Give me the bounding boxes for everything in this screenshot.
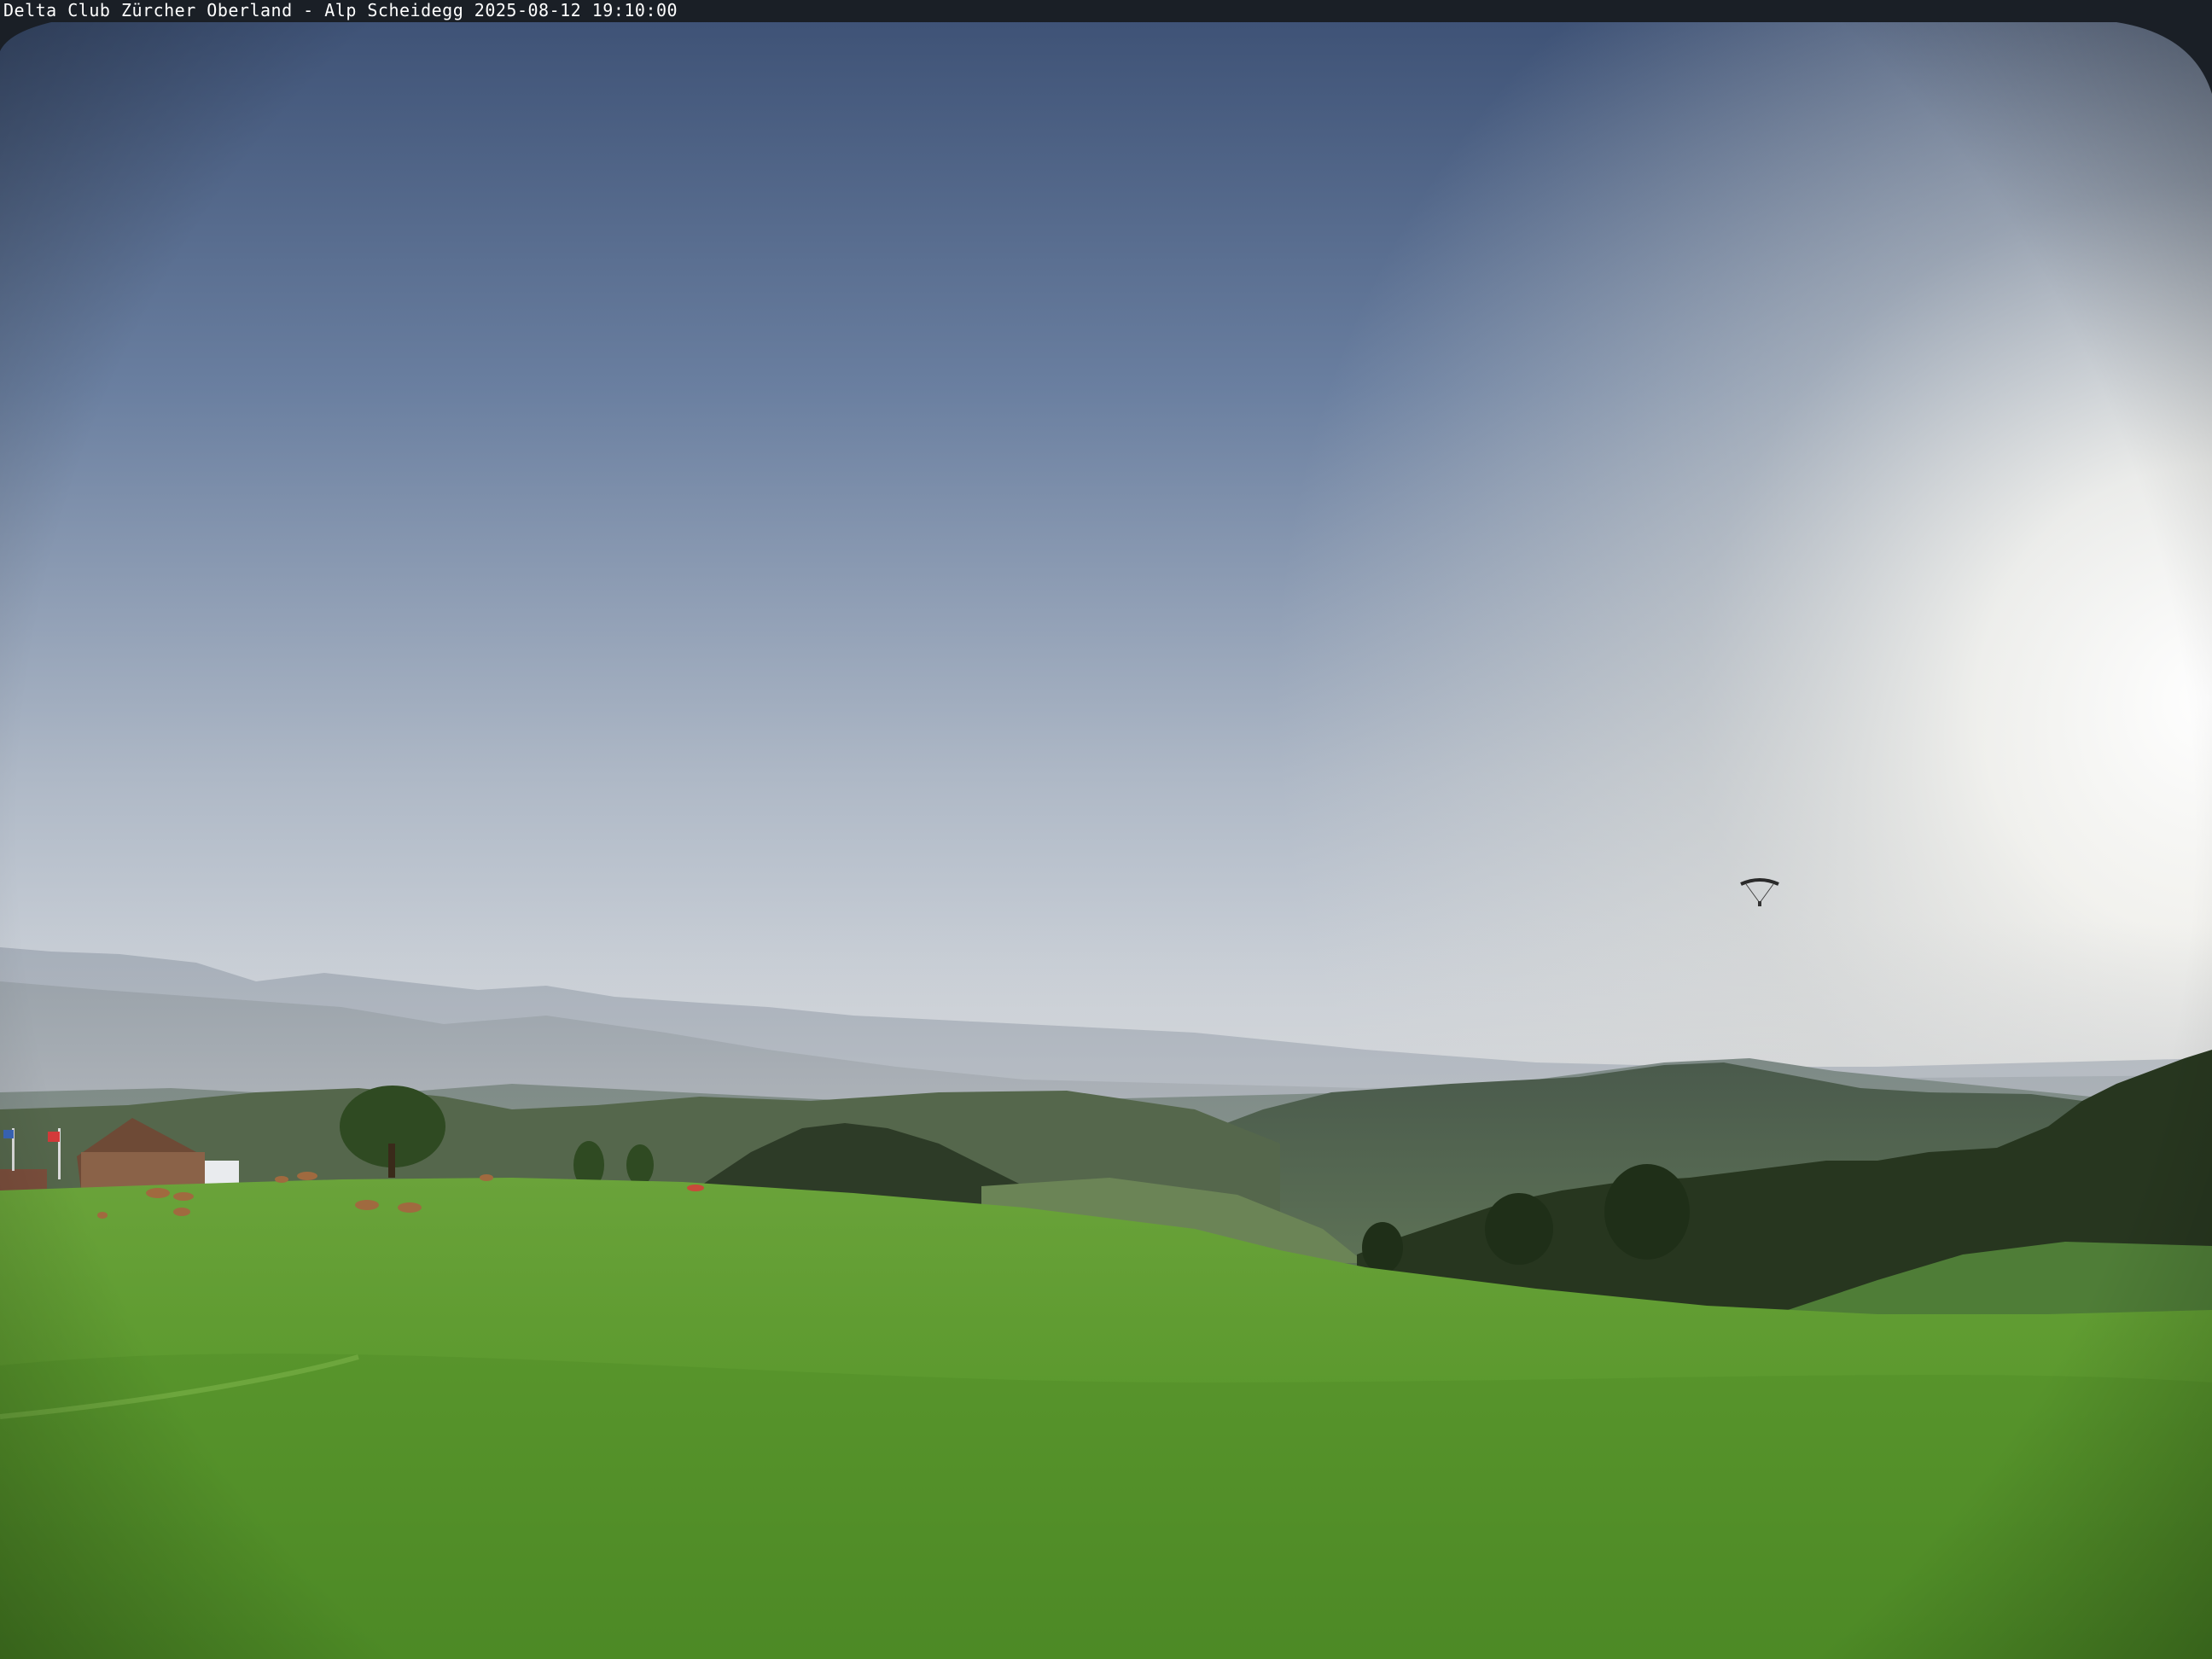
caption-text: Delta Club Zürcher Oberland - Alp Scheid… [3, 0, 678, 20]
webcam-frame: Delta Club Zürcher Oberland - Alp Scheid… [0, 0, 2212, 1659]
caption-bar: Delta Club Zürcher Oberland - Alp Scheid… [0, 0, 2212, 22]
landscape-scene [0, 0, 2212, 1659]
lens-vignette [0, 0, 2212, 1659]
